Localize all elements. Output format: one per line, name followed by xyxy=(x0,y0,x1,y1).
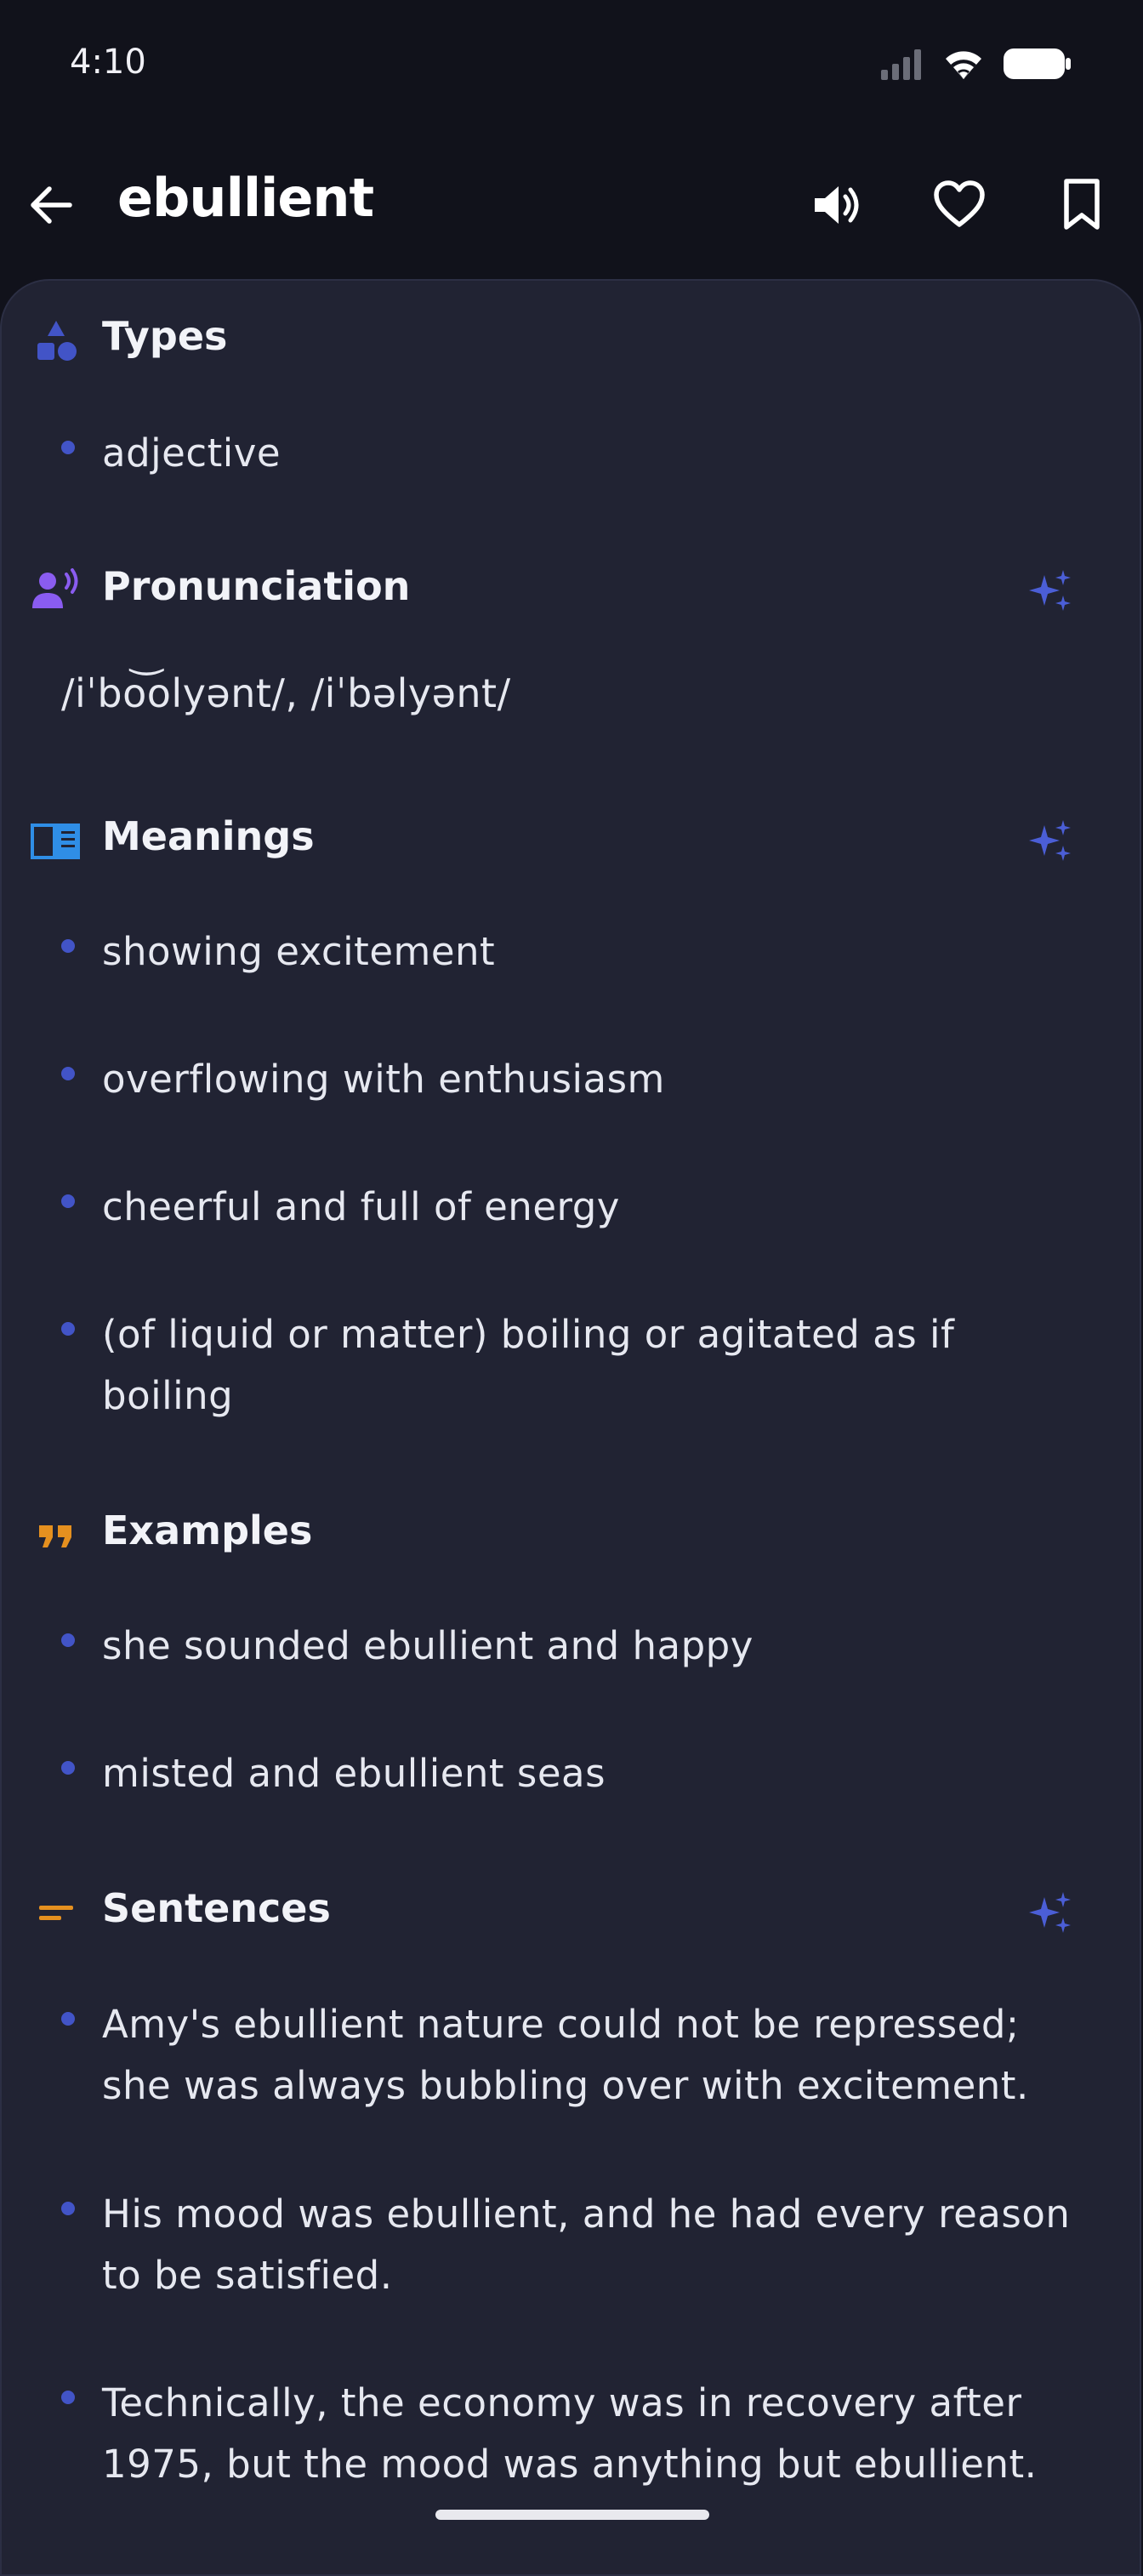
pronounce-button[interactable] xyxy=(803,173,871,241)
list-item: Amy's ebullient nature could not be repr… xyxy=(102,2002,1029,2108)
list-item: adjective xyxy=(102,430,281,476)
book-icon xyxy=(31,820,82,863)
bullet xyxy=(61,2012,75,2026)
bullet xyxy=(61,2202,75,2215)
signal-icon xyxy=(879,48,924,83)
list-item: His mood was ebullient, and he had every… xyxy=(102,2191,1071,2298)
favorite-button[interactable] xyxy=(925,173,993,241)
list-item: cheerful and full of energy xyxy=(102,1184,620,1229)
home-indicator[interactable] xyxy=(435,2510,709,2520)
status-bar: 4:10 xyxy=(0,0,1143,136)
pronunciation-text: /iˈbo͝olyənt/, /iˈbəlyənt/ xyxy=(61,670,511,716)
app-bar: ebullient xyxy=(0,136,1143,281)
bullet xyxy=(61,1761,75,1775)
sparkle-button[interactable] xyxy=(1026,815,1077,866)
section-meanings: Meanings xyxy=(0,805,1143,873)
section-types: Types xyxy=(0,305,1143,373)
section-title-types: Types xyxy=(102,313,228,359)
back-button[interactable] xyxy=(19,174,83,239)
battery-icon xyxy=(1004,47,1072,84)
status-time: 4:10 xyxy=(70,43,146,82)
lines-icon xyxy=(31,1892,82,1935)
quote-icon xyxy=(31,1514,82,1557)
heart-icon xyxy=(932,178,987,236)
section-title-examples: Examples xyxy=(102,1507,313,1553)
bullet xyxy=(61,441,75,454)
speaking-person-icon xyxy=(31,568,82,613)
section-title-pronunciation: Pronunciation xyxy=(102,563,411,609)
bullet xyxy=(61,2391,75,2404)
sparkle-button[interactable] xyxy=(1026,565,1077,616)
sparkle-button[interactable] xyxy=(1026,1887,1077,1938)
speaker-icon xyxy=(810,178,864,236)
list-item: overflowing with enthusiasm xyxy=(102,1057,665,1102)
status-icons xyxy=(879,44,1072,87)
bullet xyxy=(61,1633,75,1647)
list-item: misted and ebullient seas xyxy=(102,1751,606,1796)
section-title-sentences: Sentences xyxy=(102,1885,331,1931)
bullet xyxy=(61,1194,75,1208)
wifi-icon xyxy=(942,47,985,84)
section-pronunciation: Pronunciation xyxy=(0,555,1143,623)
list-item: she sounded ebullient and happy xyxy=(102,1623,753,1668)
arrow-left-icon xyxy=(27,181,75,232)
bookmark-button[interactable] xyxy=(1048,173,1116,241)
section-examples: Examples xyxy=(0,1499,1143,1567)
bullet xyxy=(61,1067,75,1080)
list-item: Technically, the economy was in recovery… xyxy=(102,2380,1038,2487)
section-sentences: Sentences xyxy=(0,1877,1143,1945)
bullet xyxy=(61,1322,75,1336)
list-item: showing excitement xyxy=(102,929,496,974)
word-title: ebullient xyxy=(117,167,374,229)
bookmark-icon xyxy=(1058,178,1106,236)
bullet xyxy=(61,939,75,953)
shapes-icon xyxy=(31,320,82,362)
list-item: (of liquid or matter) boiling or agitate… xyxy=(102,1312,955,1418)
section-title-meanings: Meanings xyxy=(102,813,315,859)
